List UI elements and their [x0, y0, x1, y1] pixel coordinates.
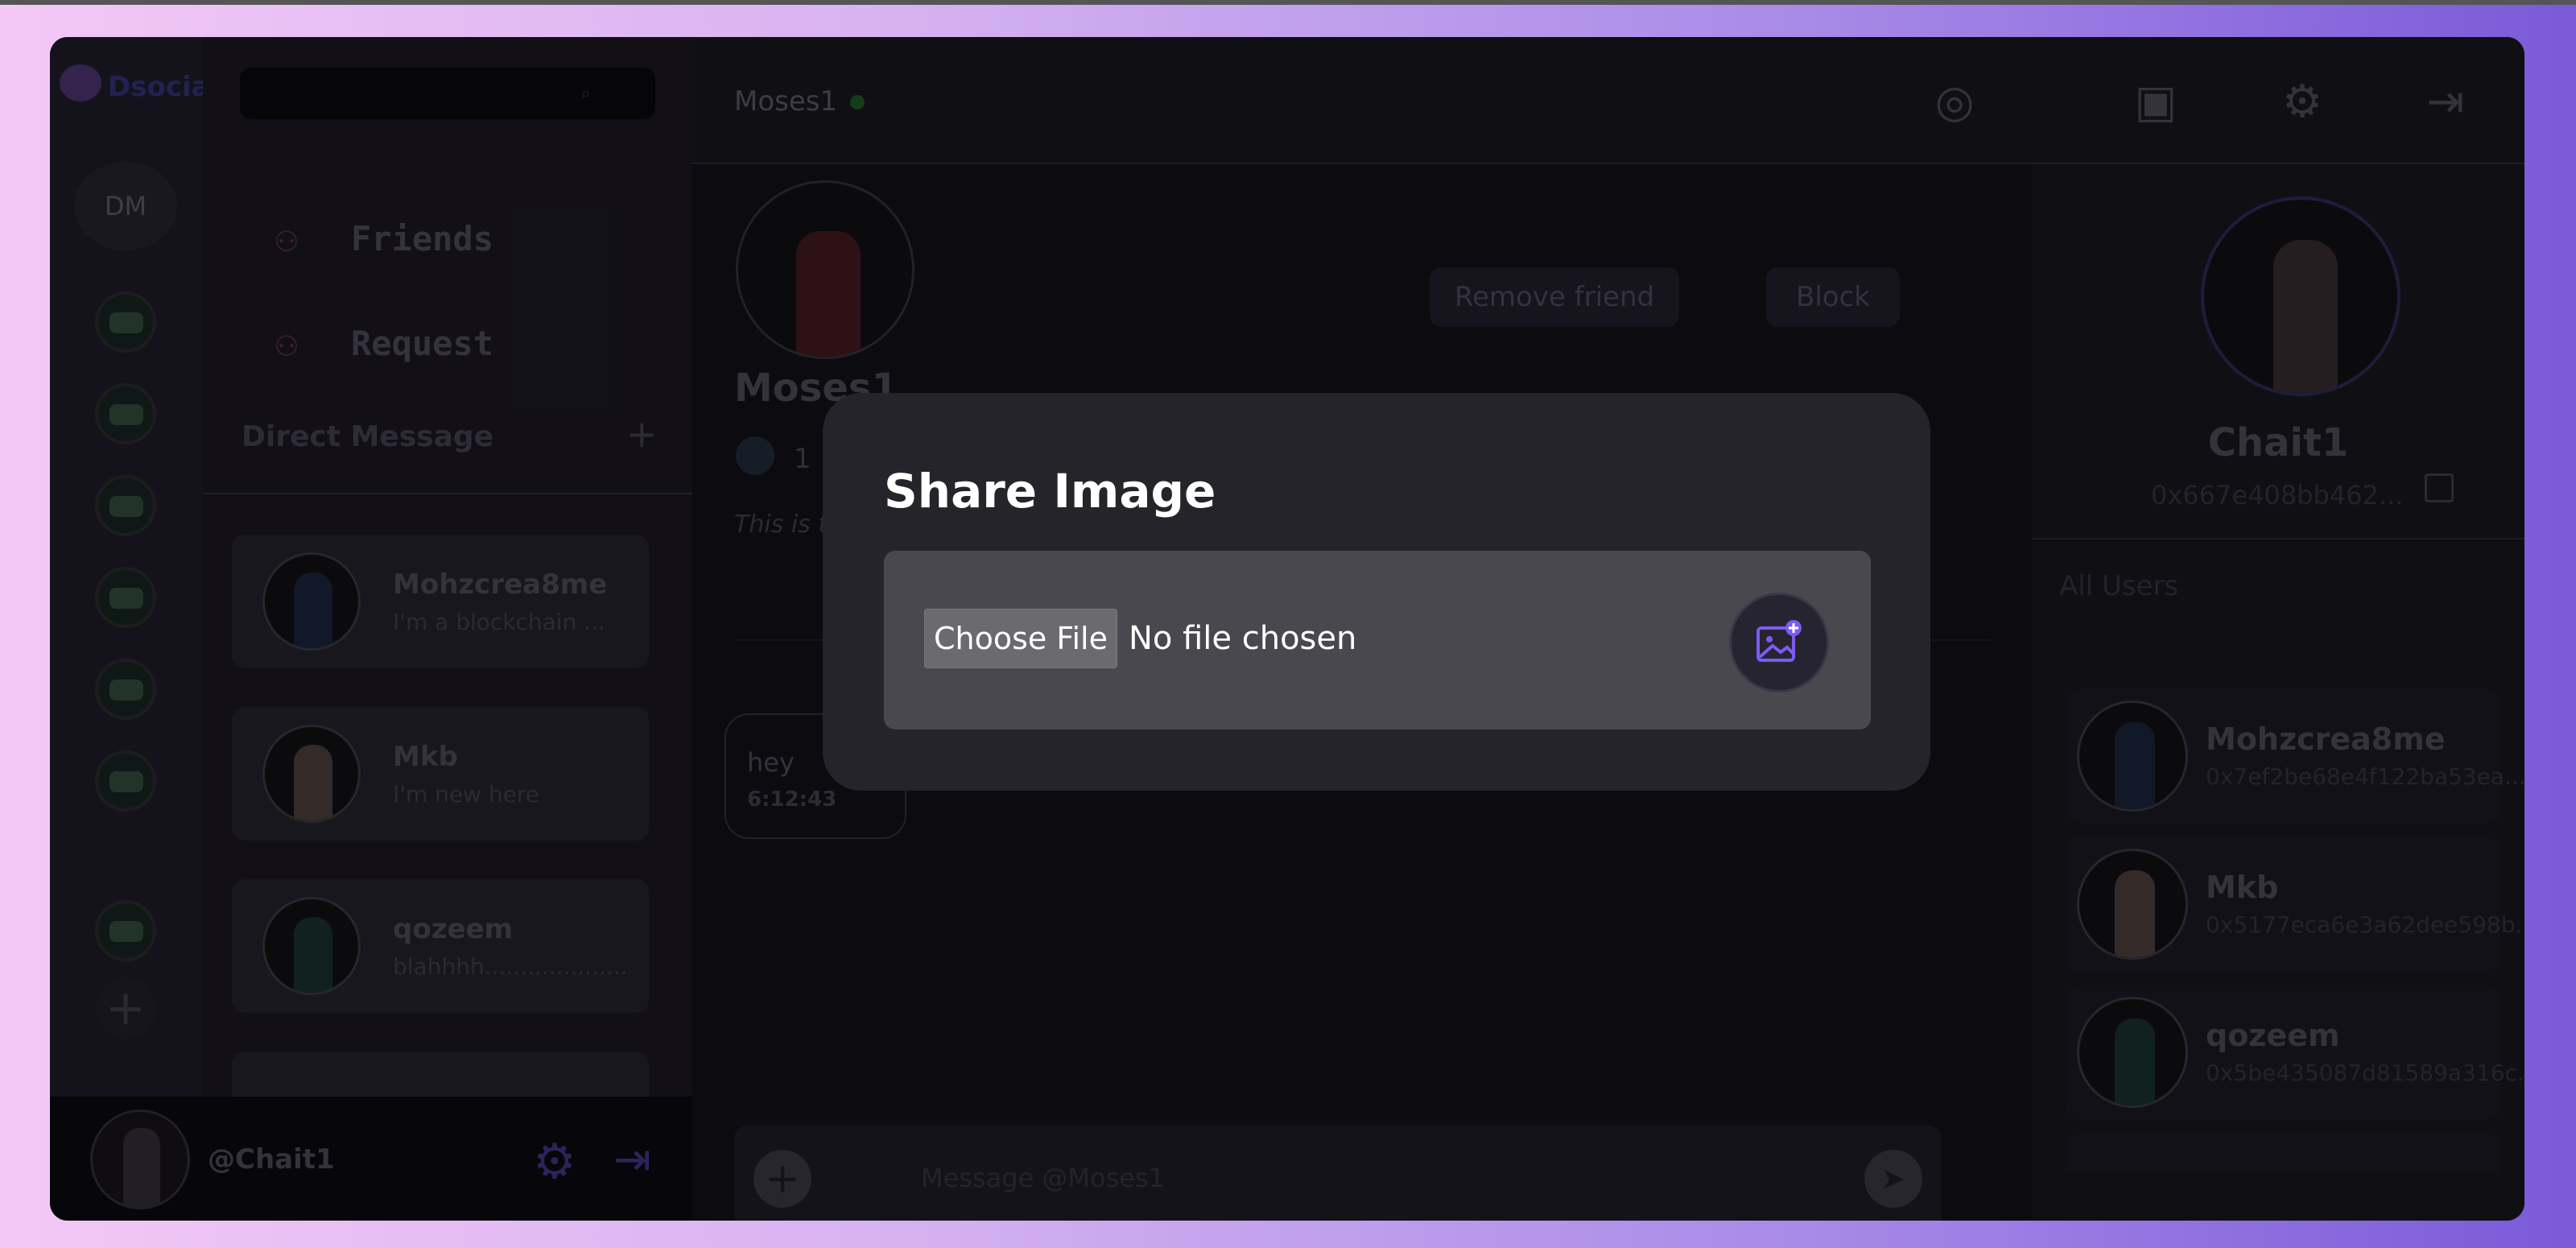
modal-title: Share Image	[884, 464, 1216, 519]
file-status-text: No file chosen	[1129, 620, 1357, 657]
share-image-modal: Share Image Choose File No file chosen	[823, 393, 1930, 791]
add-image-button[interactable]	[1729, 593, 1829, 692]
choose-file-button[interactable]: Choose File	[924, 609, 1117, 668]
add-image-icon	[1757, 620, 1802, 662]
file-upload-area: Choose File No file chosen	[884, 551, 1871, 729]
window-top-border	[0, 0, 2576, 5]
